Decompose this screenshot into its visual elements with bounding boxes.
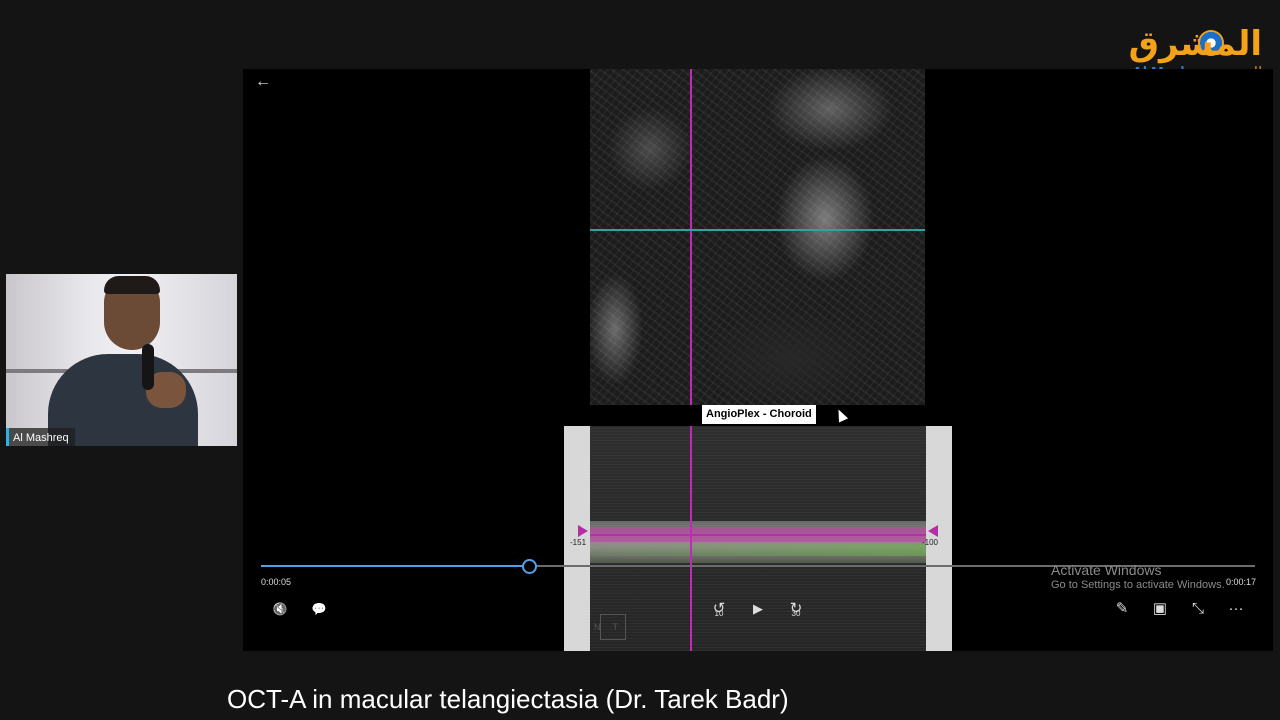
exit-fullscreen-button[interactable]: ⤡	[1189, 600, 1207, 618]
more-options-button[interactable]: ···	[1226, 600, 1246, 618]
caption-icon: 💬	[311, 602, 327, 616]
left-offset-label: -151	[570, 538, 587, 547]
watermark-title: Activate Windows	[1051, 562, 1162, 578]
pencil-icon: ✎	[1115, 600, 1129, 617]
logo-arabic-name: المشرق	[1128, 24, 1263, 64]
right-offset-label: -100	[921, 538, 938, 547]
participant-name: Al Mashreq	[13, 432, 69, 444]
orientation-label: NT	[594, 622, 630, 632]
flow-overlay	[590, 544, 926, 556]
b-scan-vertical-line	[690, 426, 692, 651]
mini-view-button[interactable]: ▣	[1151, 600, 1169, 618]
horizontal-scan-line	[590, 229, 925, 231]
play-button[interactable]: ▶	[748, 600, 768, 618]
seek-thumb[interactable]	[522, 559, 538, 574]
forward-seconds: 30	[791, 609, 801, 618]
edit-button[interactable]: ✎	[1113, 600, 1131, 618]
current-time: 0:00:05	[261, 577, 292, 587]
ellipsis-icon: ···	[1228, 600, 1244, 617]
video-player[interactable]: ← AngioPlex - Choroid -151 -100 NT 0:00:…	[243, 69, 1273, 651]
segmentation-line	[590, 534, 926, 536]
slab-label: AngioPlex - Choroid	[702, 405, 816, 424]
total-time: 0:00:17	[1225, 577, 1256, 587]
right-slab-handle-icon	[928, 525, 938, 537]
octa-en-face-image	[590, 69, 925, 405]
play-icon: ▶	[753, 601, 763, 616]
captions-button[interactable]: 💬	[310, 600, 328, 618]
participant-name-tag: Al Mashreq	[6, 428, 75, 446]
seek-bar-progress	[261, 565, 530, 567]
back-arrow-icon[interactable]: ←	[255, 73, 271, 91]
left-slab-handle-icon	[578, 525, 588, 537]
presenter-hair	[104, 276, 160, 294]
skip-forward-button[interactable]: ↻ 30	[785, 600, 807, 618]
rewind-seconds: 10	[714, 609, 724, 618]
video-subtitle: OCT-A in macular telangiectasia (Dr. Tar…	[227, 684, 789, 714]
webcam-feed: Al Mashreq	[6, 274, 237, 446]
activate-windows-watermark: Activate Windows Go to Settings to activ…	[1051, 562, 1225, 592]
mouse-cursor-icon	[833, 407, 849, 423]
watermark-subtitle: Go to Settings to activate Windows.	[1051, 579, 1225, 591]
collapse-icon: ⤡	[1191, 600, 1204, 617]
vertical-scan-line	[690, 69, 692, 405]
microphone	[142, 344, 154, 390]
mute-icon: 🔇	[272, 602, 288, 616]
mute-button[interactable]: 🔇	[271, 600, 289, 618]
skip-back-button[interactable]: ↺ 10	[708, 600, 730, 618]
mini-view-icon: ▣	[1152, 600, 1168, 617]
